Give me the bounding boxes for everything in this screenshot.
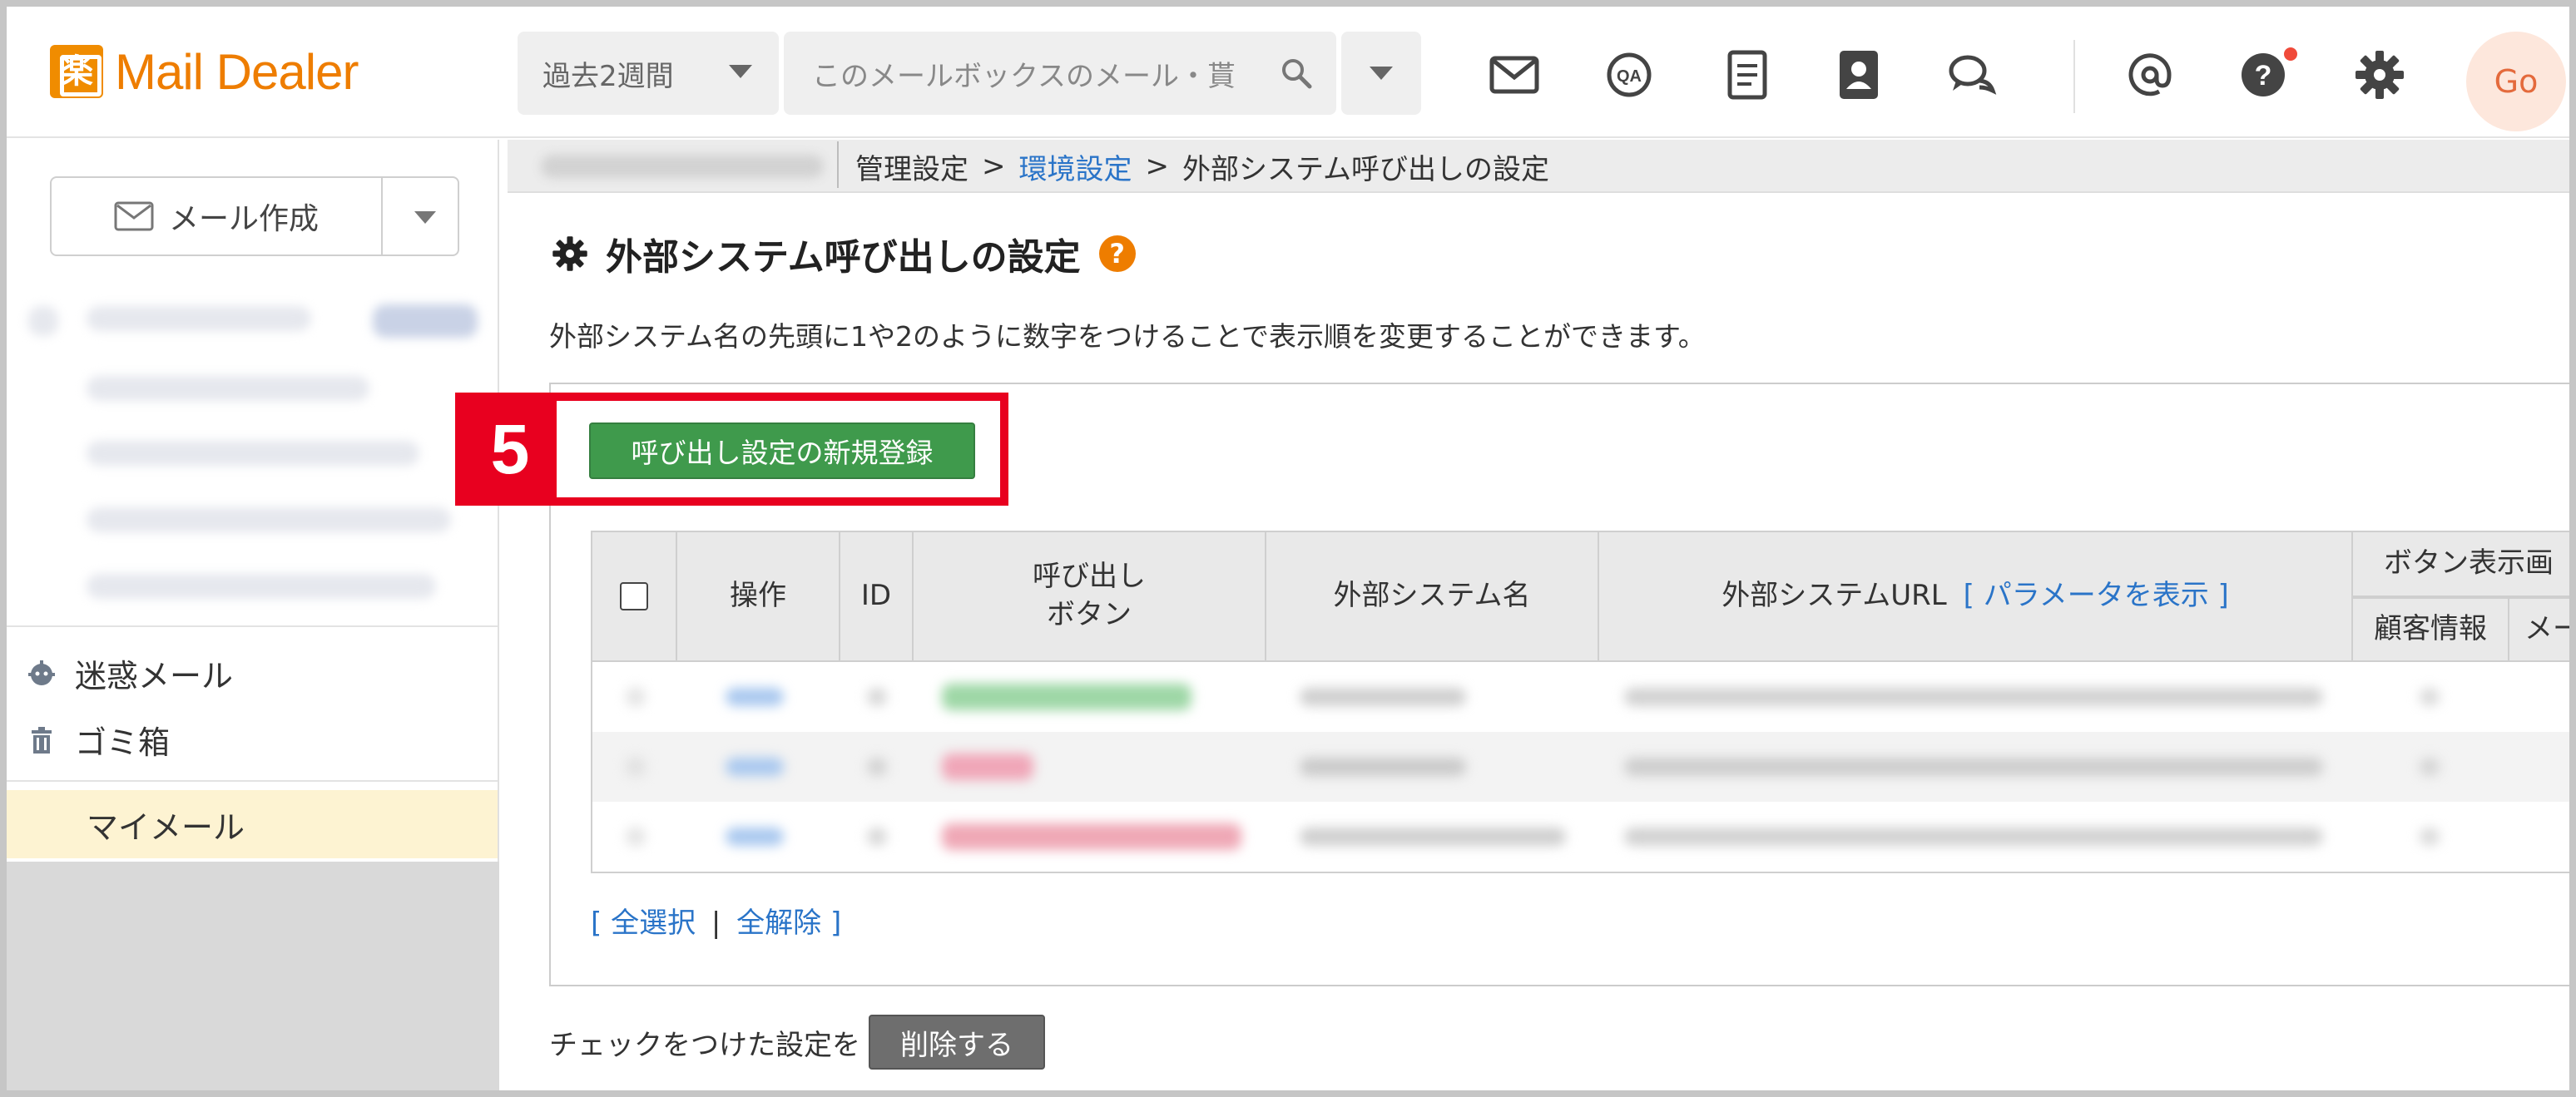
qa-icon[interactable]: QA <box>1596 42 1662 108</box>
tab-blurred[interactable] <box>541 155 824 178</box>
bulk-action-row: チェックをつけた設定を 削除する <box>549 1015 1045 1070</box>
notification-dot <box>2281 45 2300 63</box>
period-select[interactable]: 過去2週間 <box>518 32 779 115</box>
sidebar-divider <box>7 780 498 782</box>
delete-button[interactable]: 削除する <box>869 1015 1045 1070</box>
show-parameters-link[interactable]: [ パラメータを表示 ] <box>1964 577 2229 615</box>
mailbox-item-blurred[interactable] <box>87 376 369 401</box>
deselect-all-link[interactable]: 全解除 <box>736 907 821 940</box>
search-options-dropdown[interactable] <box>1341 32 1421 115</box>
chevron-down-icon[interactable] <box>414 211 436 224</box>
sidebar-item-spam-label: 迷惑メール <box>75 658 234 694</box>
bracket-close: ] <box>830 907 842 940</box>
sidebar-item-spam[interactable]: 迷惑メール <box>25 650 233 696</box>
compose-mail-button[interactable]: メール作成 <box>52 178 381 254</box>
address-book-icon[interactable] <box>1825 42 1892 108</box>
mailbox-item-blurred[interactable] <box>87 441 419 466</box>
select-all-checkbox[interactable] <box>620 582 648 610</box>
svg-text:QA: QA <box>1617 67 1642 86</box>
header-select-all-cell <box>592 532 677 662</box>
bracket-open: [ <box>591 907 602 940</box>
document-icon[interactable] <box>1714 42 1781 108</box>
mail-icon[interactable] <box>1481 42 1548 108</box>
selection-divider: | <box>711 907 721 940</box>
search-icon[interactable] <box>1280 57 1313 90</box>
sidebar-item-trash[interactable]: ゴミ箱 <box>25 717 170 763</box>
page-title: 外部システム呼び出しの設定 ? <box>549 225 1136 283</box>
period-select-value: 過去2週間 <box>542 59 674 93</box>
page-description: 外部システム名の先頭に1や2のように数字をつけることで表示順を変更することができ… <box>549 320 1706 353</box>
chevron-down-icon <box>729 65 752 78</box>
breadcrumb-arrow: > <box>1145 150 1170 183</box>
page-title-text: 外部システム呼び出しの設定 <box>606 236 1081 279</box>
logo-mark: 楽 <box>50 45 103 98</box>
column-header-call-button: 呼び出し ボタン <box>914 532 1266 662</box>
compose-mail-button-group: メール作成 <box>50 176 459 256</box>
table-row[interactable] <box>592 732 2576 802</box>
sidebar-divider <box>7 625 498 627</box>
chat-icon[interactable] <box>1939 42 2005 108</box>
top-header: 楽 Mail Dealer 過去2週間 このメールボックスのメール・貰 QA ? <box>7 7 2569 138</box>
breadcrumb-environment-settings-link[interactable]: 環境設定 <box>1019 146 1132 187</box>
checked-settings-label: チェックをつけた設定を <box>549 1028 860 1062</box>
at-icon[interactable] <box>2117 42 2183 108</box>
search-placeholder: このメールボックスのメール・貰 <box>812 59 1236 93</box>
column-header-operation: 操作 <box>677 532 840 662</box>
sidebar-item-mymail[interactable]: マイメール <box>7 790 498 858</box>
call-settings-table: 操作 ID 呼び出し ボタン 外部システム名 外部システムURL [ パラメータ… <box>591 531 2576 873</box>
breadcrumb: 管理設定 > 環境設定 > 外部システム呼び出しの設定 <box>855 140 1549 193</box>
spam-icon <box>28 660 55 685</box>
logo-text: Mail Dealer <box>115 43 359 100</box>
column-header-id: ID <box>840 532 914 662</box>
breadcrumb-current-page: 外部システム呼び出しの設定 <box>1182 152 1549 186</box>
breadcrumb-arrow: > <box>982 150 1006 183</box>
column-header-system-url-label: 外部システムURL <box>1721 579 1947 613</box>
gear-icon <box>552 236 587 271</box>
envelope-icon <box>114 201 154 231</box>
column-header-call-button-line2: ボタン <box>1047 598 1132 631</box>
sidebar-item-trash-label: ゴミ箱 <box>75 724 171 761</box>
svg-text:?: ? <box>2255 60 2272 91</box>
mail-search-input[interactable]: このメールボックスのメール・貰 <box>784 32 1336 115</box>
sidebar-empty-area <box>7 862 499 1090</box>
header-divider <box>2073 40 2075 113</box>
breadcrumb-admin-settings: 管理設定 <box>855 152 968 186</box>
step-number-badge: 5 <box>463 401 557 497</box>
sidebar-item-mymail-label: マイメール <box>87 808 245 846</box>
breadcrumb-separator <box>837 141 839 188</box>
new-call-setting-button[interactable]: 呼び出し設定の新規登録 <box>589 422 975 479</box>
account-icon <box>28 306 58 336</box>
compose-divider <box>381 178 383 254</box>
table-row[interactable] <box>592 662 2576 732</box>
trash-icon <box>32 726 52 754</box>
compose-mail-label: メール作成 <box>168 202 319 236</box>
logo-mark-text: 楽 <box>60 52 93 91</box>
column-header-customer-info: 顧客情報 <box>2353 597 2509 662</box>
column-header-system-url: 外部システムURL [ パラメータを表示 ] <box>1599 532 2353 662</box>
account-name-blurred[interactable] <box>87 306 311 331</box>
column-header-call-button-line1: 呼び出し <box>1033 560 1146 594</box>
table-row[interactable] <box>592 802 2576 872</box>
column-header-system-name: 外部システム名 <box>1266 532 1599 662</box>
column-header-mail: メー <box>2509 597 2576 662</box>
avatar[interactable]: Go <box>2466 32 2566 131</box>
column-header-button-display: ボタン表示画 <box>2353 532 2576 597</box>
selection-links: [ 全選択 | 全解除 ] <box>591 900 841 941</box>
mailbox-item-blurred[interactable] <box>87 507 451 532</box>
help-icon[interactable]: ? <box>1098 235 1136 272</box>
gear-icon[interactable] <box>2346 42 2413 108</box>
select-all-link[interactable]: 全選択 <box>611 907 696 940</box>
mailbox-item-blurred[interactable] <box>87 574 436 599</box>
account-badge-blurred <box>373 304 478 338</box>
mail-dealer-logo[interactable]: 楽 Mail Dealer <box>50 42 359 101</box>
